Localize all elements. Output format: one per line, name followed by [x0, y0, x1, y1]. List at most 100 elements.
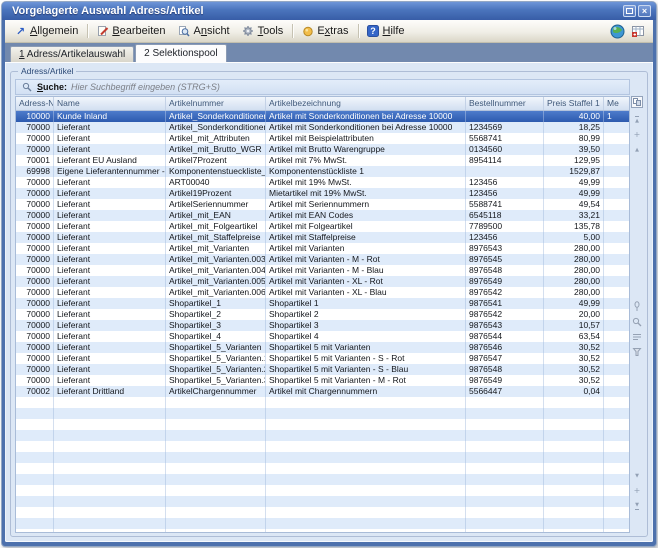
export-icon[interactable]	[630, 23, 646, 39]
table-cell: 9876544	[466, 331, 544, 342]
table-cell: Artikel mit Sonderkonditionen bei Adress…	[266, 122, 466, 133]
grid-side-rail: ▲ + ▲ ▼ + ▼	[630, 96, 644, 533]
maximize-button[interactable]	[623, 5, 636, 17]
empty-row	[16, 463, 629, 474]
column-header-3[interactable]: Artikelbezeichnung	[266, 97, 466, 110]
table-cell	[466, 419, 544, 430]
table-cell	[166, 408, 266, 419]
table-row[interactable]: 70000LieferantArtikel_mit_Brutto_WGRArti…	[16, 144, 629, 155]
table-row[interactable]: 70000LieferantShopartikel_4Shopartikel 4…	[16, 331, 629, 342]
table-cell	[604, 276, 629, 287]
table-cell: Lieferant	[54, 122, 166, 133]
menu-item-allgemein[interactable]: ↗ Allgemein	[9, 22, 85, 40]
table-row[interactable]: 70000LieferantShopartikel_3Shopartikel 3…	[16, 320, 629, 331]
table-cell: 70000	[16, 364, 54, 375]
table-cell: Shopartikel_5_Varianten	[166, 342, 266, 353]
column-header-0[interactable]: Adress-Nr.	[16, 97, 54, 110]
table-row[interactable]: 70000LieferantShopartikel_5_VariantenSho…	[16, 342, 629, 353]
table-cell: Artikel mit Varianten - XL - Rot	[266, 276, 466, 287]
tab-selektionspool[interactable]: 2 Selektionspool	[135, 44, 226, 62]
table-cell: 1234569	[466, 122, 544, 133]
column-header-6[interactable]: Me	[604, 97, 629, 110]
table-row[interactable]: 70000LieferantArtikel_mit_EANArtikel mit…	[16, 210, 629, 221]
notes-icon[interactable]	[631, 331, 643, 342]
table-row[interactable]: 70000LieferantArtikel_mit_Varianten.004A…	[16, 265, 629, 276]
table-row[interactable]: 70000LieferantShopartikel_1Shopartikel 1…	[16, 298, 629, 309]
table-cell: Shopartikel 4	[266, 331, 466, 342]
globe-icon[interactable]	[609, 23, 625, 39]
table-row[interactable]: 70000LieferantShopartikel_5_Varianten.1S…	[16, 353, 629, 364]
table-row[interactable]: 70000LieferantArtikel_mit_Varianten.003A…	[16, 254, 629, 265]
table-row[interactable]: 70000LieferantArtikel_mit_VariantenArtik…	[16, 243, 629, 254]
empty-row	[16, 430, 629, 441]
column-header-5[interactable]: Preis Staffel 1	[544, 97, 604, 110]
table-row[interactable]: 70000LieferantArtikel_mit_Varianten.005A…	[16, 276, 629, 287]
scroll-plus-icon[interactable]: +	[631, 485, 643, 496]
table-cell: 30,52	[544, 342, 604, 353]
table-row[interactable]: 10000Kunde InlandArtikel_Sonderkondition…	[16, 111, 629, 122]
scroll-down-icon[interactable]: ▼	[631, 470, 643, 481]
menu-item-hilfe[interactable]: ? Hilfe	[362, 22, 412, 40]
table-row[interactable]: 70000LieferantArtikel19ProzentMietartike…	[16, 188, 629, 199]
tabstrip: 1 Adress/Artikelauswahl2 Selektionspool	[5, 43, 653, 63]
table-cell: 8976549	[466, 276, 544, 287]
menu-item-extras[interactable]: Extras	[296, 22, 355, 40]
pin-icon[interactable]	[631, 301, 643, 312]
menu-item-tools[interactable]: Tools	[237, 22, 291, 40]
table-row[interactable]: 70000LieferantShopartikel_2Shopartikel 2…	[16, 309, 629, 320]
search-input[interactable]	[71, 81, 625, 93]
table-row[interactable]: 70000LieferantArtikel_mit_StaffelpreiseA…	[16, 232, 629, 243]
search-bar[interactable]: Suche:	[15, 79, 630, 95]
table-row[interactable]: 70000LieferantArtikelSeriennummerArtikel…	[16, 199, 629, 210]
titlebar[interactable]: Vorgelagerte Auswahl Adress/Artikel ×	[2, 2, 656, 20]
grid-wrap: Adress-Nr.NameArtikelnummerArtikelbezeic…	[15, 96, 644, 533]
close-button[interactable]: ×	[638, 5, 651, 17]
table-row[interactable]: 70000LieferantShopartikel_5_Varianten.2S…	[16, 364, 629, 375]
table-cell	[604, 210, 629, 221]
table-cell: Artikel_mit_Varianten.003	[166, 254, 266, 265]
table-row[interactable]: 70000LieferantArtikel_SonderkonditionenA…	[16, 122, 629, 133]
empty-row	[16, 419, 629, 430]
table-cell: Lieferant	[54, 232, 166, 243]
scroll-top-icon[interactable]: ▲	[631, 114, 643, 125]
table-cell	[166, 485, 266, 496]
dialog-window: Vorgelagerte Auswahl Adress/Artikel × ↗ …	[1, 1, 657, 547]
table-cell	[604, 518, 629, 529]
column-chooser-button[interactable]	[631, 96, 643, 108]
scroll-bottom-icon[interactable]: ▼	[631, 500, 643, 511]
table-cell	[54, 485, 166, 496]
table-row[interactable]: 70000LieferantShopartikel_5_Varianten.3S…	[16, 375, 629, 386]
table-cell: Artikel_mit_Varianten.004	[166, 265, 266, 276]
table-cell	[604, 430, 629, 441]
scroll-up-icon[interactable]: ▲	[631, 144, 643, 155]
menu-item-bearbeiten[interactable]: Bearbeiten	[91, 22, 172, 40]
table-row[interactable]: 70002Lieferant DrittlandArtikelChargennu…	[16, 386, 629, 397]
filter-icon[interactable]	[631, 346, 643, 357]
magnifier-icon[interactable]	[631, 316, 643, 327]
table-row[interactable]: 70001Lieferant EU AuslandArtikel7Prozent…	[16, 155, 629, 166]
empty-row	[16, 496, 629, 507]
tab-adress-artikelauswahl[interactable]: 1 Adress/Artikelauswahl	[10, 46, 134, 62]
table-row[interactable]: 70000LieferantArtikel_mit_Varianten.006A…	[16, 287, 629, 298]
table-row[interactable]: 69998Eigene Lieferantennummer -FirmaKomp…	[16, 166, 629, 177]
column-header-2[interactable]: Artikelnummer	[166, 97, 266, 110]
table-cell: 9876548	[466, 364, 544, 375]
column-header-1[interactable]: Name	[54, 97, 166, 110]
table-cell	[466, 166, 544, 177]
table-cell: Lieferant	[54, 243, 166, 254]
menu-item-ansicht[interactable]: Ansicht	[173, 22, 237, 40]
table-cell: Artikel mit Sonderkonditionen bei Adress…	[266, 111, 466, 122]
table-cell	[54, 496, 166, 507]
table-cell	[16, 419, 54, 430]
table-row[interactable]: 70000LieferantArtikel_mit_AttributenArti…	[16, 133, 629, 144]
table-cell	[166, 430, 266, 441]
table-cell	[604, 386, 629, 397]
scroll-plus-icon[interactable]: +	[631, 129, 643, 140]
table-row[interactable]: 70000LieferantART00040Artikel mit 19% Mw…	[16, 177, 629, 188]
table-cell	[604, 452, 629, 463]
table-row[interactable]: 70000LieferantArtikel_mit_FolgeartikelAr…	[16, 221, 629, 232]
table-cell: Shopartikel 2	[266, 309, 466, 320]
column-header-4[interactable]: Bestellnummer	[466, 97, 544, 110]
table-cell	[544, 452, 604, 463]
table-cell: Artikel mit Beispielattributen	[266, 133, 466, 144]
